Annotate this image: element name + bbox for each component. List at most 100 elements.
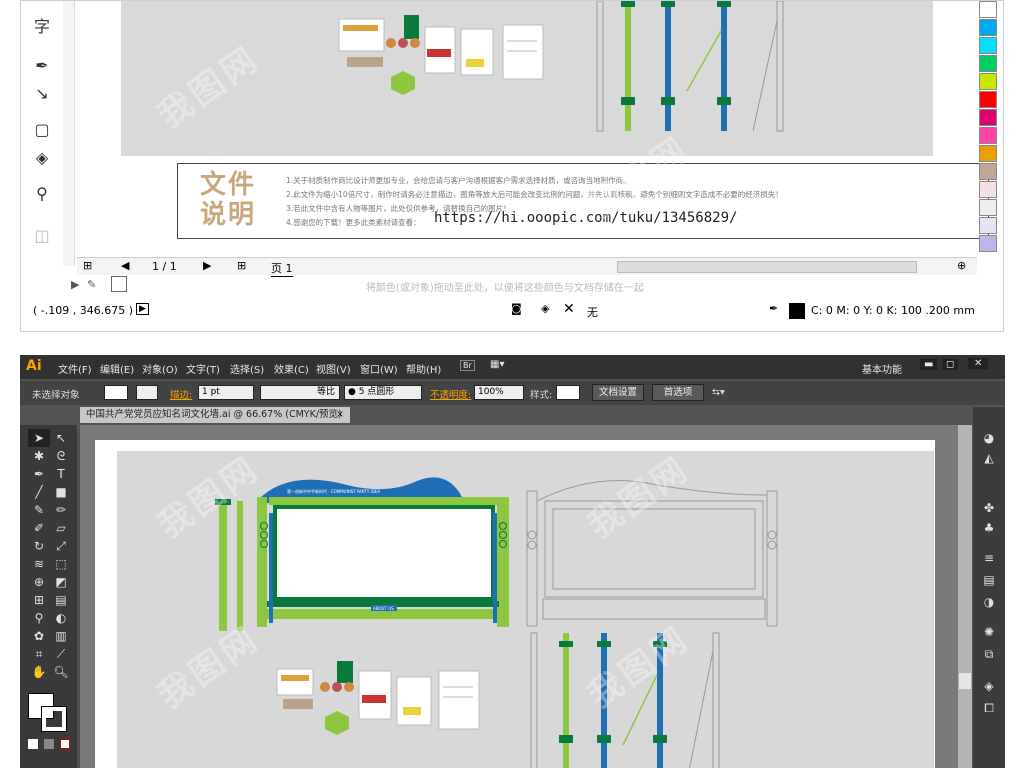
stroke-weight-field[interactable]: 1 pt [198,385,254,400]
gradient-mode-icon[interactable] [44,739,54,749]
palette-swatch[interactable] [979,37,997,54]
menu-select[interactable]: 选择(S) [230,361,264,376]
preferences-button[interactable]: 首选项 [652,384,704,401]
horizontal-scrollbar[interactable] [617,261,917,273]
page-tab[interactable]: 页 1 [271,260,293,277]
arrange-docs-icon[interactable]: ▦▾ [490,359,504,370]
style-swatch[interactable] [556,385,580,400]
palette-swatch[interactable] [979,217,997,234]
transparency-icon[interactable]: ◑ [979,593,999,611]
menu-view[interactable]: 视图(V) [316,361,351,376]
palette-swatch[interactable] [979,73,997,90]
eyedropper-icon[interactable]: ✎ [87,278,96,291]
color-panel-icon[interactable]: ◕ [979,429,999,447]
no-color-swatch[interactable] [111,276,127,292]
opacity-field[interactable]: 100% [474,385,524,400]
opacity-label[interactable]: 不透明度: [430,387,471,401]
corel-canvas[interactable]: 文件 说明 1.关于材质制作商比设计师更加专业，会给您请与客户沟通根据客户需求选… [77,1,989,257]
shape-builder-icon[interactable]: ⊕ [28,573,50,591]
pencil-icon[interactable]: ✏ [50,501,72,519]
rotate-icon[interactable]: ↻ [28,537,50,555]
free-transform-icon[interactable]: ⬚ [50,555,72,573]
scale-icon[interactable]: ⤢ [50,537,72,555]
menu-edit[interactable]: 编辑(E) [100,361,134,376]
paintbrush-icon[interactable]: ✎ [28,501,50,519]
zoom-icon[interactable]: 🔍︎ [50,663,72,681]
workspace-switcher[interactable]: 基本功能 [862,361,902,376]
rectangle-tool-icon[interactable]: ■ [50,483,72,501]
fill-swatch[interactable] [104,385,128,400]
prev-page-icon[interactable]: ◀ [121,259,129,272]
palette-swatch[interactable] [979,1,997,18]
blob-brush-icon[interactable]: ✐ [28,519,50,537]
gradient-tool-icon[interactable]: ▤ [50,591,72,609]
brush-select[interactable]: ● 5 点圆形 [344,385,422,400]
fill-tool-icon[interactable]: ◈ [29,145,55,169]
menu-window[interactable]: 窗口(W) [360,361,398,376]
blend-icon[interactable]: ◐ [50,609,72,627]
palette-swatch[interactable] [979,109,997,126]
snapshot-icon[interactable]: ◙ [511,302,522,315]
shape-tool-icon[interactable]: ▢ [29,117,55,141]
brushes-icon[interactable]: ✤ [979,499,999,517]
transparency-tool-icon[interactable]: ◫ [29,223,55,247]
color-mode-icon[interactable] [28,739,38,749]
add-page-icon[interactable]: ⊞ [237,259,246,272]
palette-swatch[interactable] [979,19,997,36]
graphic-styles-icon[interactable]: ⧉ [979,645,999,663]
type-tool-icon[interactable]: T [50,465,72,483]
stroke-label[interactable]: 描边: [170,387,192,401]
stroke-icon[interactable]: ≡ [979,549,999,567]
none-mode-icon[interactable] [60,739,70,749]
eyedropper-tool-icon[interactable]: ⚲ [29,181,55,205]
warp-icon[interactable]: ≋ [28,555,50,573]
gradient-icon[interactable]: ▤ [979,571,999,589]
palette-swatch[interactable] [979,55,997,72]
document-tab[interactable]: 中国共产党党员应知名词文化墙.ai @ 66.67% (CMYK/预览) × [80,407,350,423]
artboards-icon[interactable]: ⧠ [979,699,999,717]
arrange-icon[interactable]: ⇆▾ [712,387,725,398]
palette-swatch[interactable] [979,163,997,180]
first-page-icon[interactable]: ⊞ [83,259,92,272]
palette-swatch[interactable] [979,199,997,216]
symbol-sprayer-icon[interactable]: ✿ [28,627,50,645]
pen-tool-icon[interactable]: ✒ [28,465,50,483]
menu-file[interactable]: 文件(F) [58,361,92,376]
menu-type[interactable]: 文字(T) [186,361,220,376]
next-page-icon[interactable]: ▶ [203,259,211,272]
fill-bucket-icon[interactable]: ◈ [541,302,549,315]
scroll-thumb[interactable] [959,673,971,689]
tab-close-icon[interactable]: × [336,407,344,423]
palette-swatch[interactable] [979,127,997,144]
vertical-scrollbar[interactable] [958,425,972,768]
symbols-icon[interactable]: ♣ [979,519,999,537]
palette-swatch[interactable] [979,91,997,108]
palette-swatch[interactable] [979,235,997,252]
arrow-icon[interactable]: ▶ [71,278,79,291]
artboard-tool-icon[interactable]: ⌗ [28,645,50,663]
stroke-swatch[interactable] [136,385,158,400]
stroke-color-box[interactable] [41,706,67,732]
connector-tool-icon[interactable]: ↘ [29,81,55,105]
document-setup-button[interactable]: 文档设置 [592,384,644,401]
maximize-icon[interactable]: ◻ [942,359,959,370]
stroke-profile-select[interactable]: 等比 [260,385,340,400]
appearance-icon[interactable]: ✺ [979,623,999,641]
close-icon[interactable]: ✕ [968,358,989,369]
menu-help[interactable]: 帮助(H) [406,361,441,376]
menu-effect[interactable]: 效果(C) [274,361,309,376]
selection-tool-icon[interactable]: ➤ [28,429,50,447]
play-icon[interactable]: ▶ [136,303,149,315]
magic-wand-icon[interactable]: ✱ [28,447,50,465]
layers-icon[interactable]: ◈ [979,677,999,695]
menu-object[interactable]: 对象(O) [142,361,178,376]
line-tool-icon[interactable]: ╱ [28,483,50,501]
graph-tool-icon[interactable]: ▥ [50,627,72,645]
zoom-icon[interactable]: ⊕ [957,259,966,272]
palette-swatch[interactable] [979,145,997,162]
slice-icon[interactable]: ⟋ [50,645,72,663]
direct-selection-tool-icon[interactable]: ↖ [50,429,72,447]
eyedropper-tool-icon[interactable]: ⚲ [28,609,50,627]
mesh-icon[interactable]: ⊞ [28,591,50,609]
hand-icon[interactable]: ✋ [28,663,50,681]
